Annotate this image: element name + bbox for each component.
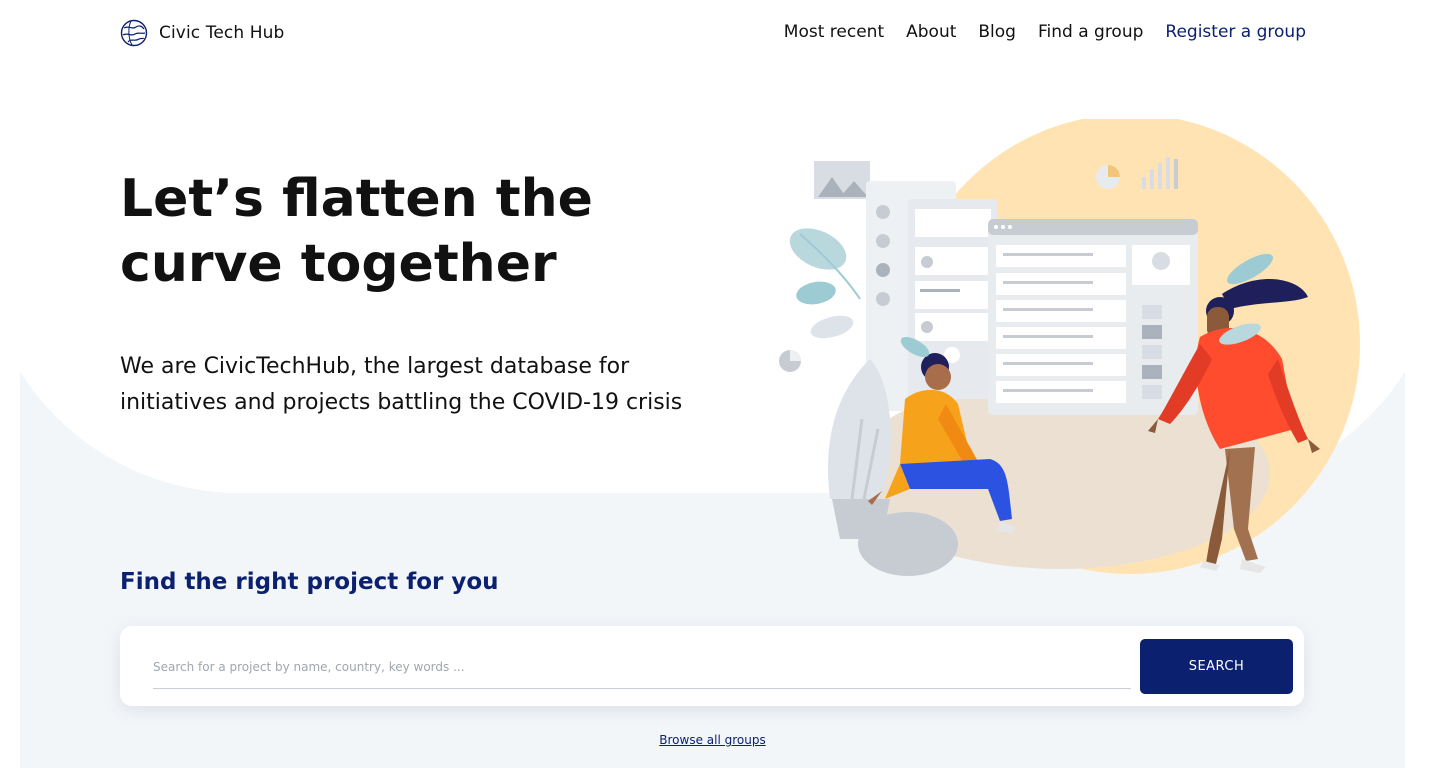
main-nav: Most recent About Blog Find a group Regi…: [784, 22, 1306, 42]
search-panel: SEARCH: [120, 626, 1304, 706]
find-project-heading: Find the right project for you: [120, 569, 499, 595]
search-button[interactable]: SEARCH: [1140, 639, 1293, 694]
nav-blog[interactable]: Blog: [978, 22, 1016, 42]
nav-find-a-group[interactable]: Find a group: [1038, 22, 1143, 42]
nav-most-recent[interactable]: Most recent: [784, 22, 884, 42]
browse-all-groups-row: Browse all groups: [20, 733, 1405, 747]
globe-logo-icon: [120, 19, 148, 47]
nav-about[interactable]: About: [906, 22, 956, 42]
search-input[interactable]: [153, 646, 1131, 689]
top-navigation-bar: Civic Tech Hub Most recent About Blog Fi…: [0, 0, 1432, 70]
brand-name: Civic Tech Hub: [159, 23, 285, 43]
nav-register-a-group[interactable]: Register a group: [1165, 22, 1306, 42]
hero-subtitle: We are CivicTechHub, the largest databas…: [120, 354, 683, 415]
main-content: Let’s flatten the curve together We are …: [20, 71, 1405, 768]
hero-illustration: [779, 119, 1360, 576]
brand[interactable]: Civic Tech Hub: [119, 18, 284, 48]
hero-title: Let’s flatten the curve together: [120, 169, 593, 294]
browse-all-groups-link[interactable]: Browse all groups: [659, 733, 765, 747]
